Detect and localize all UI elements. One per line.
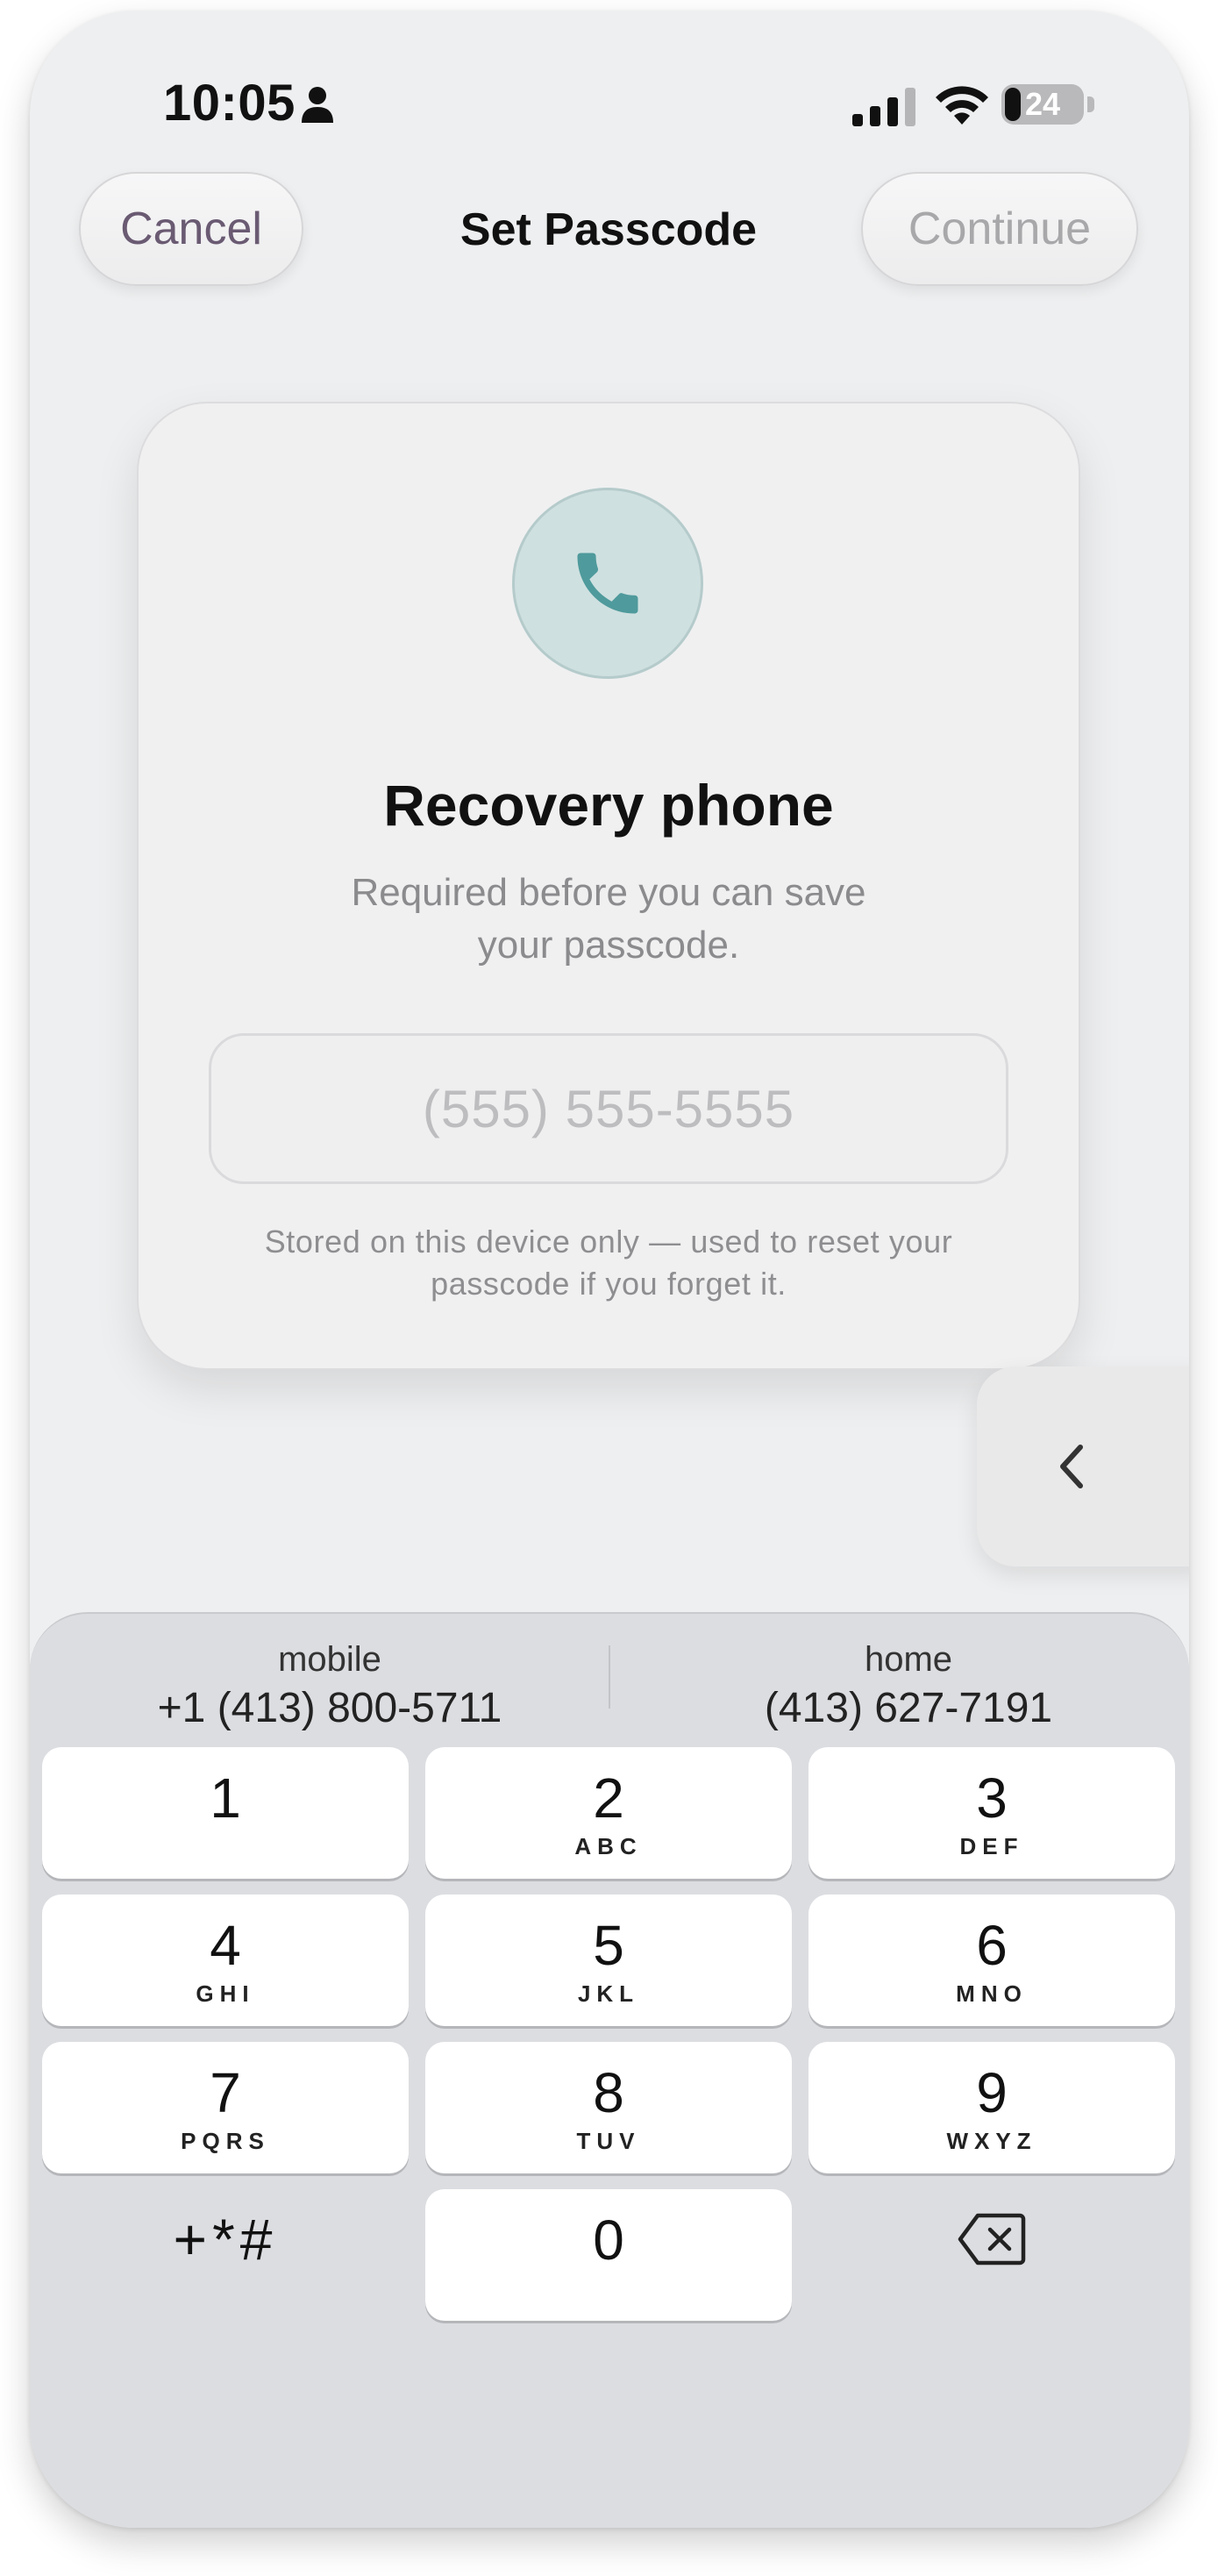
key-9[interactable]: 9 WXYZ	[808, 2042, 1175, 2173]
card-note: Stored on this device only — used to res…	[240, 1221, 977, 1305]
backspace-icon	[958, 2213, 1026, 2266]
card-title: Recovery phone	[383, 773, 834, 838]
key-5[interactable]: 5 JKL	[425, 1895, 792, 2026]
suggestion-label: home	[864, 1640, 953, 1679]
card-note-line2: passcode if you forget it.	[431, 1266, 787, 1302]
signal-icon	[852, 88, 915, 126]
cancel-button[interactable]: Cancel	[79, 172, 303, 286]
key-digit: 9	[976, 2061, 1008, 2124]
key-digit: 2	[593, 1766, 624, 1830]
phone-keypad: mobile +1 (413) 800-5711 home (413) 627-…	[30, 1612, 1189, 2528]
status-time: 10:05	[163, 75, 296, 132]
key-6[interactable]: 6 MNO	[808, 1895, 1175, 2026]
key-digit: 6	[976, 1914, 1008, 1977]
person-icon	[302, 87, 333, 123]
page-title: Set Passcode	[459, 204, 758, 255]
chevron-left-icon	[1060, 1445, 1083, 1488]
key-2[interactable]: 2 ABC	[425, 1747, 792, 1879]
key-0[interactable]: 0	[425, 2189, 792, 2321]
key-letters: MNO	[956, 1980, 1028, 2007]
card-subtitle-line2: your passcode.	[477, 924, 740, 967]
battery-icon: 24	[1001, 84, 1084, 125]
key-digit: 3	[976, 1766, 1008, 1830]
key-4[interactable]: 4 GHI	[42, 1895, 409, 2026]
key-letters: PQRS	[181, 2128, 270, 2154]
key-digit: 0	[593, 2209, 624, 2272]
phone-handset-glyph	[577, 553, 638, 614]
contact-suggestion-home[interactable]: home (413) 627-7191	[628, 1637, 1189, 1735]
key-digit: 4	[210, 1914, 241, 1977]
key-1[interactable]: 1	[42, 1747, 409, 1879]
delete-key[interactable]	[808, 2173, 1175, 2305]
key-letters: ABC	[574, 1833, 643, 1859]
key-digit: 1	[210, 1766, 241, 1830]
key-digit: 5	[593, 1914, 624, 1977]
card-subtitle-line1: Required before you can save	[351, 871, 866, 914]
key-digit: 7	[210, 2061, 241, 2124]
phone-screen: 10:05 24 Cancel Set Passcode Continue Re…	[30, 11, 1189, 2528]
key-letters: WXYZ	[946, 2128, 1037, 2154]
side-collapse-tab[interactable]	[977, 1366, 1189, 1566]
key-digit: 8	[593, 2061, 624, 2124]
suggestion-label: mobile	[278, 1640, 381, 1679]
key-8[interactable]: 8 TUV	[425, 2042, 792, 2173]
wifi-icon	[936, 86, 988, 125]
symbols-key[interactable]: +*#	[42, 2173, 409, 2305]
suggestion-number: +1 (413) 800-5711	[157, 1685, 502, 1731]
key-letters: DEF	[959, 1833, 1024, 1859]
key-7[interactable]: 7 PQRS	[42, 2042, 409, 2173]
key-3[interactable]: 3 DEF	[808, 1747, 1175, 1879]
phone-number-input[interactable]: (555) 555-5555	[209, 1033, 1008, 1184]
contact-suggestion-mobile[interactable]: mobile +1 (413) 800-5711	[49, 1637, 610, 1735]
battery-cap	[1087, 96, 1094, 112]
battery-level: 24	[1024, 86, 1061, 122]
continue-button[interactable]: Continue	[861, 172, 1138, 286]
key-letters: TUV	[576, 2128, 641, 2154]
card-note-line1: Stored on this device only — used to res…	[264, 1224, 953, 1259]
suggestion-divider	[609, 1645, 610, 1709]
phone-icon	[512, 488, 703, 679]
card-subtitle: Required before you can save your passco…	[310, 867, 907, 972]
key-letters: GHI	[196, 1980, 255, 2007]
key-letters: JKL	[577, 1980, 640, 2007]
suggestion-number: (413) 627-7191	[764, 1685, 1053, 1731]
